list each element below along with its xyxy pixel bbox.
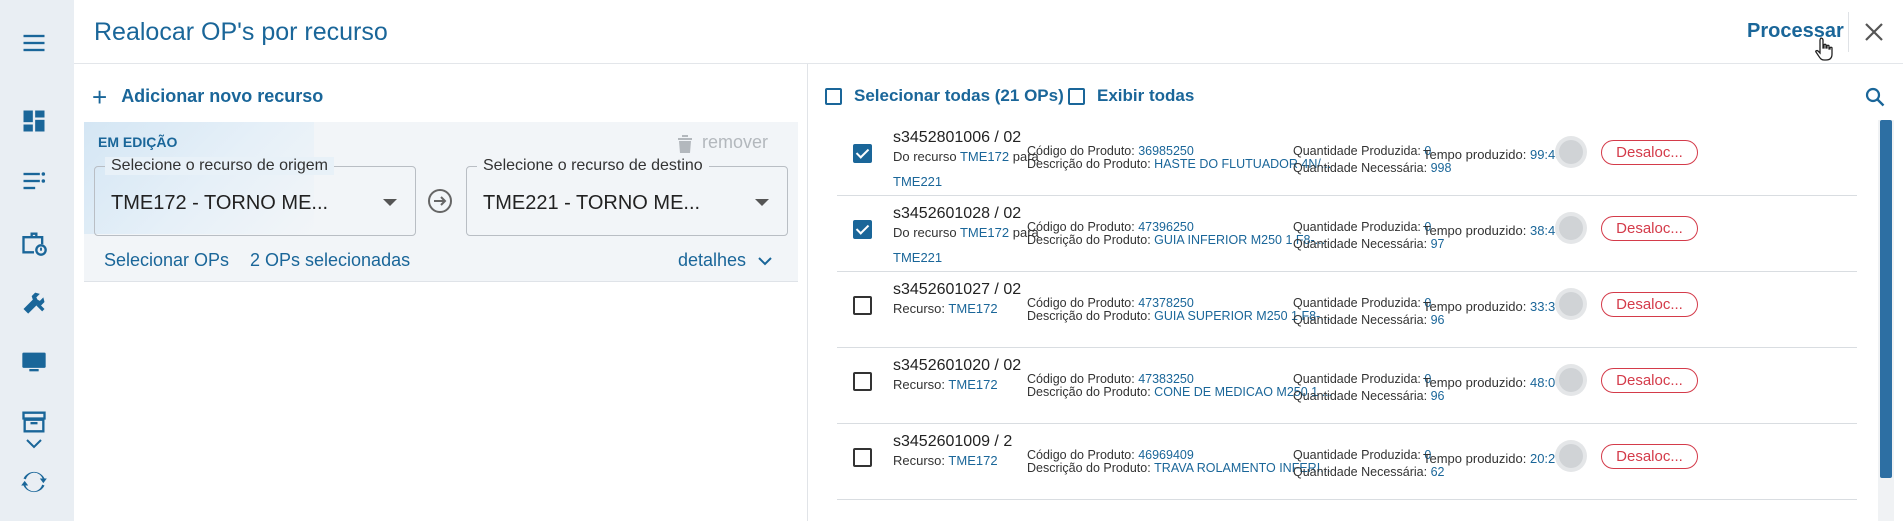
details-toggle[interactable]: detalhes xyxy=(678,250,772,271)
resource-card: EM EDIÇÃO remover Selecione o recurso de… xyxy=(84,122,798,282)
nav-rail xyxy=(0,0,74,521)
row-checkbox[interactable] xyxy=(853,144,872,163)
selected-ops-count: 2 OPs selecionadas xyxy=(250,250,411,270)
origin-value: TME172 - TORNO ME... xyxy=(111,192,329,214)
menu-icon[interactable] xyxy=(17,26,51,60)
tools-icon[interactable] xyxy=(17,285,51,319)
list-item: s3452601020 / 02 Recurso: TME172 Código … xyxy=(837,348,1857,424)
op-destination: TME221 xyxy=(893,250,943,265)
status-indicator xyxy=(1555,440,1587,472)
time-produced: Tempo produzido: 48:00 xyxy=(1423,375,1563,390)
list-item: s3452801006 / 02 Do recurso TME172 para … xyxy=(837,120,1857,196)
origin-legend: Selecione o recurso de origem xyxy=(105,157,335,175)
op-code: s3452601028 / 02 xyxy=(893,205,1022,222)
product-info: Código do Produto: 36985250 Descrição do … xyxy=(1027,144,1332,171)
editing-badge: EM EDIÇÃO xyxy=(98,134,178,150)
quantity-info: Quantidade Produzida: 0 Quantidade Necess… xyxy=(1293,220,1445,251)
op-resource: Recurso: TME172 xyxy=(893,377,998,392)
header-divider xyxy=(1848,12,1849,52)
time-produced: Tempo produzido: 38:48 xyxy=(1423,223,1563,238)
destination-resource-select[interactable]: Selecione o recurso de destino TME221 - … xyxy=(466,157,788,236)
quantity-info: Quantidade Produzida: 0 Quantidade Necess… xyxy=(1293,372,1445,403)
remove-label: remover xyxy=(702,132,769,152)
dialog-title: Realocar OP's por recurso xyxy=(94,18,388,46)
deallocate-button[interactable]: Desaloc... xyxy=(1601,292,1698,317)
origin-resource-select[interactable]: Selecione o recurso de origem TME172 - T… xyxy=(94,157,416,236)
status-indicator xyxy=(1555,364,1587,396)
archive-icon[interactable] xyxy=(17,405,51,439)
show-all-box[interactable] xyxy=(1068,87,1085,105)
status-indicator xyxy=(1555,288,1587,320)
product-info: Código do Produto: 47396250 Descrição do … xyxy=(1027,220,1326,247)
remove-button[interactable]: remover xyxy=(676,132,768,153)
select-all-label: Selecionar todas (21 OPs) xyxy=(854,86,1064,105)
destination-legend: Selecione o recurso de destino xyxy=(477,157,709,175)
list-icon[interactable] xyxy=(17,164,51,198)
op-code: s3452601009 / 2 xyxy=(893,433,1013,450)
chevron-down-icon xyxy=(758,256,772,265)
op-resource: Recurso: TME172 xyxy=(893,301,998,316)
status-indicator xyxy=(1555,212,1587,244)
dialog-header: Realocar OP's por recurso Processar xyxy=(74,0,1903,64)
plus-icon: + xyxy=(92,81,108,112)
cursor-hand-icon xyxy=(1815,37,1833,61)
op-resource: Recurso: TME172 xyxy=(893,453,998,468)
quantity-info: Quantidade Produzida: 0 Quantidade Necess… xyxy=(1293,448,1445,479)
trash-icon xyxy=(678,134,692,153)
op-code: s3452801006 / 02 xyxy=(893,129,1022,146)
add-resource-label: Adicionar novo recurso xyxy=(121,86,324,106)
list-item: s3452601027 / 02 Recurso: TME172 Código … xyxy=(837,272,1857,348)
op-move: Do recurso TME172 para xyxy=(893,149,1039,164)
time-produced: Tempo produzido: 20:27 xyxy=(1423,451,1563,466)
list-item: s3452601028 / 02 Do recurso TME172 para … xyxy=(837,196,1857,272)
op-code: s3452601020 / 02 xyxy=(893,357,1022,374)
briefcase-clock-icon[interactable] xyxy=(17,226,51,260)
status-indicator xyxy=(1555,136,1587,168)
time-produced: Tempo produzido: 99:48 xyxy=(1423,147,1563,162)
chevron-down-icon[interactable] xyxy=(25,437,43,449)
close-icon[interactable] xyxy=(1863,21,1885,43)
op-destination: TME221 xyxy=(893,174,943,189)
op-code: s3452601027 / 02 xyxy=(893,281,1022,298)
select-all-box[interactable] xyxy=(825,87,842,105)
row-checkbox[interactable] xyxy=(853,372,872,391)
add-resource-button[interactable]: + Adicionar novo recurso xyxy=(92,81,324,112)
search-icon[interactable] xyxy=(1864,86,1886,108)
destination-caret-icon xyxy=(755,199,769,206)
origin-caret-icon xyxy=(383,199,397,206)
time-produced: Tempo produzido: 33:36 xyxy=(1423,299,1563,314)
destination-value: TME221 - TORNO ME... xyxy=(483,192,701,214)
deallocate-button[interactable]: Desaloc... xyxy=(1601,216,1698,241)
op-move: Do recurso TME172 para xyxy=(893,225,1039,240)
monitor-icon[interactable] xyxy=(17,345,51,379)
arrow-right-circle-icon xyxy=(428,189,452,213)
product-info: Código do Produto: 46969409 Descrição do … xyxy=(1027,448,1331,475)
select-all-checkbox[interactable]: Selecionar todas (21 OPs) xyxy=(825,86,1064,106)
product-info: Código do Produto: 47378250 Descrição do … xyxy=(1027,296,1331,323)
select-ops-button[interactable]: Selecionar OPs xyxy=(104,250,229,271)
deallocate-button[interactable]: Desaloc... xyxy=(1601,368,1698,393)
row-checkbox[interactable] xyxy=(853,448,872,467)
show-all-checkbox[interactable]: Exibir todas xyxy=(1068,86,1194,106)
deallocate-button[interactable]: Desaloc... xyxy=(1601,444,1698,469)
row-checkbox[interactable] xyxy=(853,296,872,315)
dashboard-icon[interactable] xyxy=(17,104,51,138)
deallocate-button[interactable]: Desaloc... xyxy=(1601,140,1698,165)
sync-icon[interactable] xyxy=(17,465,51,499)
row-checkbox[interactable] xyxy=(853,220,872,239)
list-item: s3452601009 / 2 Recurso: TME172 Código d… xyxy=(837,424,1857,500)
quantity-info: Quantidade Produzida: 0 Quantidade Necess… xyxy=(1293,296,1445,327)
show-all-label: Exibir todas xyxy=(1097,86,1195,105)
realocate-dialog: Realocar OP's por recurso Processar + Ad… xyxy=(74,0,1903,521)
scrollbar-thumb[interactable] xyxy=(1880,120,1892,478)
panel-divider xyxy=(807,64,808,521)
details-label: detalhes xyxy=(678,250,747,270)
product-info: Código do Produto: 47383250 Descrição do … xyxy=(1027,372,1332,399)
